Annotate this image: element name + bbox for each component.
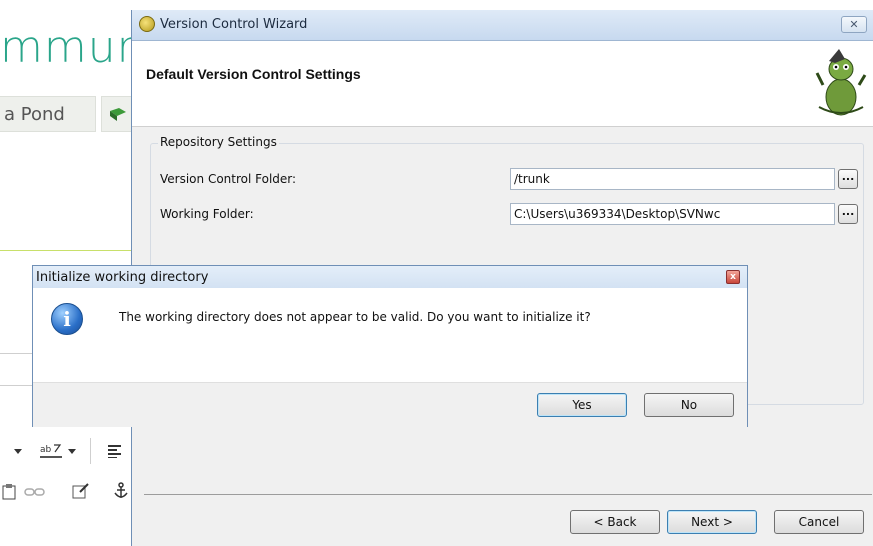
next-button[interactable]: Next >: [667, 510, 757, 534]
back-button[interactable]: < Back: [570, 510, 660, 534]
dropdown-arrow-icon[interactable]: [14, 449, 22, 455]
dropdown-arrow-icon[interactable]: [68, 449, 76, 455]
browse-version-control-folder-button[interactable]: ...: [838, 169, 858, 189]
version-control-folder-label: Version Control Folder:: [160, 172, 297, 186]
tortoise-app-icon: [139, 16, 155, 32]
spellcheck-icon[interactable]: ab: [40, 442, 64, 462]
wizard-titlebar[interactable]: Version Control Wizard ✕: [132, 10, 873, 41]
wizard-header: Default Version Control Settings: [132, 41, 873, 127]
clipboard-icon[interactable]: [2, 484, 16, 500]
mascot-logo-icon: [815, 49, 867, 116]
editor-toolbar: ab: [0, 438, 140, 518]
yes-button[interactable]: Yes: [537, 393, 627, 417]
link-icon[interactable]: [24, 486, 46, 498]
footer-separator: [144, 494, 872, 495]
no-button[interactable]: No: [644, 393, 734, 417]
toolbar-separator: [90, 438, 91, 464]
working-folder-field[interactable]: C:\Users\u369334\Desktop\SVNwc: [510, 203, 835, 225]
book-icon: [110, 108, 126, 121]
wizard-heading: Default Version Control Settings: [146, 66, 361, 82]
anchor-icon[interactable]: [113, 482, 129, 500]
page-divider: [0, 250, 140, 251]
wizard-title: Version Control Wizard: [160, 17, 308, 32]
dialog-message: The working directory does not appear to…: [119, 310, 591, 324]
browse-working-folder-button[interactable]: ...: [838, 204, 858, 224]
edit-icon[interactable]: [72, 482, 90, 500]
initialize-working-directory-dialog: Initialize working directory x i The wor…: [32, 265, 748, 427]
working-folder-label: Working Folder:: [160, 207, 254, 221]
group-title: Repository Settings: [158, 135, 279, 149]
page-heading-fragment: mmur: [0, 22, 136, 73]
align-left-icon[interactable]: [108, 444, 122, 458]
dialog-content: i The working directory does not appear …: [33, 288, 747, 382]
info-icon: i: [51, 303, 83, 335]
wizard-close-button[interactable]: ✕: [841, 16, 867, 33]
dialog-close-button[interactable]: x: [726, 270, 740, 284]
version-control-folder-field[interactable]: /trunk: [510, 168, 835, 190]
dialog-titlebar[interactable]: Initialize working directory x: [33, 266, 747, 288]
svg-text:ab: ab: [40, 445, 52, 455]
dialog-footer: Yes No: [33, 382, 747, 427]
dialog-title: Initialize working directory: [36, 270, 209, 285]
tab-pond[interactable]: a Pond: [0, 96, 96, 132]
cancel-button[interactable]: Cancel: [774, 510, 864, 534]
